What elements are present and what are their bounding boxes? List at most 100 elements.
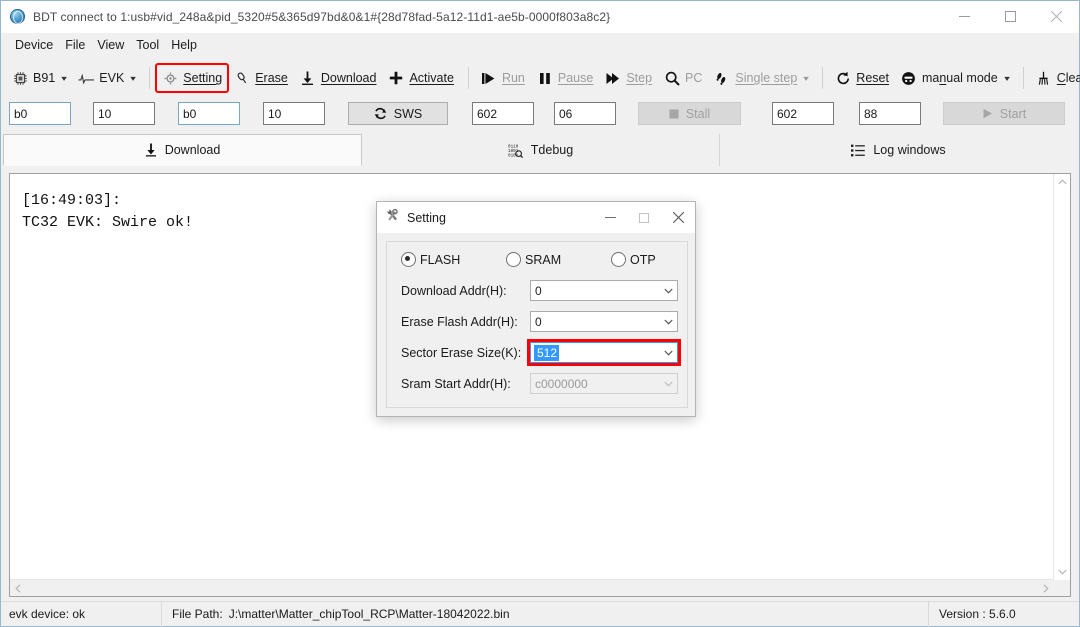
chevron-down-icon[interactable]: ▾ bbox=[803, 74, 809, 83]
sector-erase-size-value: 512 bbox=[534, 344, 560, 361]
field-4-input[interactable] bbox=[263, 102, 325, 125]
gear-icon bbox=[162, 70, 178, 86]
toolbar-label-run: Run bbox=[501, 71, 525, 85]
window-controls bbox=[941, 1, 1079, 32]
menu-item-device[interactable]: Device bbox=[9, 36, 59, 54]
tab-download[interactable]: Download bbox=[3, 134, 362, 166]
menu-item-view[interactable]: View bbox=[91, 36, 130, 54]
chevron-down-icon[interactable]: ▾ bbox=[61, 74, 67, 83]
toolbar-label-single-step: Single step bbox=[735, 71, 798, 85]
label-sector-erase-size: Sector Erase Size(K): bbox=[401, 346, 522, 360]
sector-erase-size-combo[interactable]: 512 bbox=[530, 342, 678, 363]
scroll-left-arrow-icon[interactable] bbox=[10, 580, 26, 596]
toolbar-button-pause[interactable]: Pause bbox=[532, 65, 598, 91]
footsteps-icon bbox=[714, 70, 730, 86]
tab-label-tdebug: Tdebug bbox=[530, 143, 574, 157]
memory-type-radio-group: FLASH SRAM OTP bbox=[401, 252, 681, 267]
toolbar-button-reset[interactable]: Reset bbox=[830, 65, 894, 91]
toolbar-button-b91[interactable]: B91 ▾ bbox=[7, 65, 71, 91]
erase-flash-addr-value: 0 bbox=[535, 314, 542, 329]
toolbar-button-activate[interactable]: Activate bbox=[383, 65, 458, 91]
tab-log-windows[interactable]: Log windows bbox=[720, 134, 1077, 166]
window-titlebar: BDT connect to 1:usb#vid_248a&pid_5320#5… bbox=[1, 1, 1079, 33]
field-8-input[interactable] bbox=[859, 102, 921, 125]
radio-label-flash: FLASH bbox=[420, 252, 461, 267]
toolbar-button-pc[interactable]: PC bbox=[659, 65, 707, 91]
setting-dialog-body: FLASH SRAM OTP Download Addr(H): 0 Erase… bbox=[386, 241, 688, 408]
toolbar-button-evk[interactable]: EVK ▾ bbox=[73, 65, 140, 91]
play-icon bbox=[481, 70, 497, 86]
download-icon bbox=[300, 70, 316, 86]
chevron-down-icon[interactable] bbox=[660, 381, 677, 387]
step-icon bbox=[605, 70, 621, 86]
radio-sram[interactable]: SRAM bbox=[506, 252, 611, 267]
globe-icon bbox=[10, 9, 26, 25]
chevron-down-icon[interactable] bbox=[660, 288, 677, 294]
toolbar-button-run[interactable]: Run bbox=[476, 65, 530, 91]
toolbar-label-activate: Activate bbox=[409, 71, 454, 85]
row-download-addr: Download Addr(H): bbox=[401, 279, 541, 303]
scroll-down-arrow-icon[interactable] bbox=[1054, 564, 1070, 580]
tab-label-download: Download bbox=[164, 143, 221, 157]
stall-button[interactable]: Stall bbox=[638, 102, 741, 125]
field-3-input[interactable] bbox=[178, 102, 240, 125]
waveform-icon bbox=[78, 70, 95, 86]
menu-item-tool[interactable]: Tool bbox=[130, 36, 165, 54]
minimize-icon[interactable] bbox=[941, 1, 987, 32]
field-1-input[interactable] bbox=[9, 102, 71, 125]
close-icon[interactable] bbox=[1033, 1, 1079, 32]
toolbar-label-setting: Setting bbox=[183, 71, 223, 85]
erase-flash-addr-combo[interactable]: 0 bbox=[530, 311, 678, 332]
row-erase-flash-addr: Erase Flash Addr(H): bbox=[401, 310, 541, 334]
start-button-label: Start bbox=[999, 106, 1027, 121]
horizontal-scrollbar[interactable] bbox=[10, 579, 1054, 596]
toolbar-separator bbox=[149, 67, 151, 89]
setting-dialog-window-controls bbox=[593, 202, 695, 233]
tab-tdebug[interactable]: 0110 1001 0101 Tdebug bbox=[362, 134, 720, 166]
refresh-icon bbox=[835, 70, 851, 86]
toolbar-button-erase[interactable]: Erase bbox=[229, 65, 293, 91]
download-addr-combo[interactable]: 0 bbox=[530, 280, 678, 301]
sws-button-label: SWS bbox=[393, 106, 423, 121]
field-2-input[interactable] bbox=[93, 102, 155, 125]
toolbar-label-erase: Erase bbox=[255, 71, 288, 85]
toolbar-label-manual-mode: manual mode bbox=[921, 71, 998, 85]
main-toolbar: B91 ▾ EVK ▾ Setting Erase Download Activ… bbox=[1, 59, 1080, 97]
radio-flash[interactable]: FLASH bbox=[401, 252, 506, 267]
radio-dot-icon bbox=[611, 252, 626, 267]
chevron-down-icon[interactable]: ▾ bbox=[130, 74, 136, 83]
setting-dialog-titlebar: Setting bbox=[377, 202, 695, 233]
toolbar-button-download[interactable]: Download bbox=[295, 65, 382, 91]
vertical-scrollbar[interactable] bbox=[1053, 174, 1070, 580]
sws-button[interactable]: SWS bbox=[348, 102, 448, 125]
field-7-input[interactable] bbox=[772, 102, 834, 125]
stop-icon bbox=[669, 109, 679, 119]
mode-icon bbox=[901, 70, 917, 86]
toolbar-button-single-step[interactable]: Single step ▾ bbox=[709, 65, 813, 91]
scroll-right-arrow-icon[interactable] bbox=[1038, 580, 1054, 596]
radio-otp[interactable]: OTP bbox=[611, 252, 656, 267]
chevron-down-icon[interactable]: ▾ bbox=[1004, 74, 1010, 83]
statusbar-device-status: evk device: ok bbox=[9, 607, 86, 621]
toolbar-button-manual-mode[interactable]: manual mode ▾ bbox=[896, 65, 1014, 91]
toolbar-button-step[interactable]: Step bbox=[600, 65, 657, 91]
toolbar-button-clear[interactable]: Clear bbox=[1031, 65, 1080, 91]
setting-dialog-close-icon[interactable] bbox=[661, 202, 695, 233]
field-6-input[interactable] bbox=[554, 102, 616, 125]
plus-icon bbox=[388, 70, 404, 86]
chevron-down-icon[interactable] bbox=[660, 350, 677, 356]
toolbar-label-reset: Reset bbox=[856, 71, 889, 85]
setting-dialog-maximize-icon[interactable] bbox=[627, 202, 661, 233]
field-5-input[interactable] bbox=[472, 102, 534, 125]
start-button[interactable]: Start bbox=[943, 102, 1065, 125]
toolbar-button-setting[interactable]: Setting bbox=[155, 63, 230, 93]
sram-start-addr-combo[interactable]: c0000000 bbox=[530, 373, 678, 394]
statusbar-file-path-label: File Path: bbox=[172, 607, 223, 621]
chevron-down-icon[interactable] bbox=[660, 319, 677, 325]
scroll-up-arrow-icon[interactable] bbox=[1054, 174, 1070, 190]
maximize-icon[interactable] bbox=[987, 1, 1033, 32]
menu-item-file[interactable]: File bbox=[59, 36, 91, 54]
toolbar-label-pause: Pause bbox=[557, 71, 594, 85]
setting-dialog-minimize-icon[interactable] bbox=[593, 202, 627, 233]
menu-item-help[interactable]: Help bbox=[165, 36, 203, 54]
